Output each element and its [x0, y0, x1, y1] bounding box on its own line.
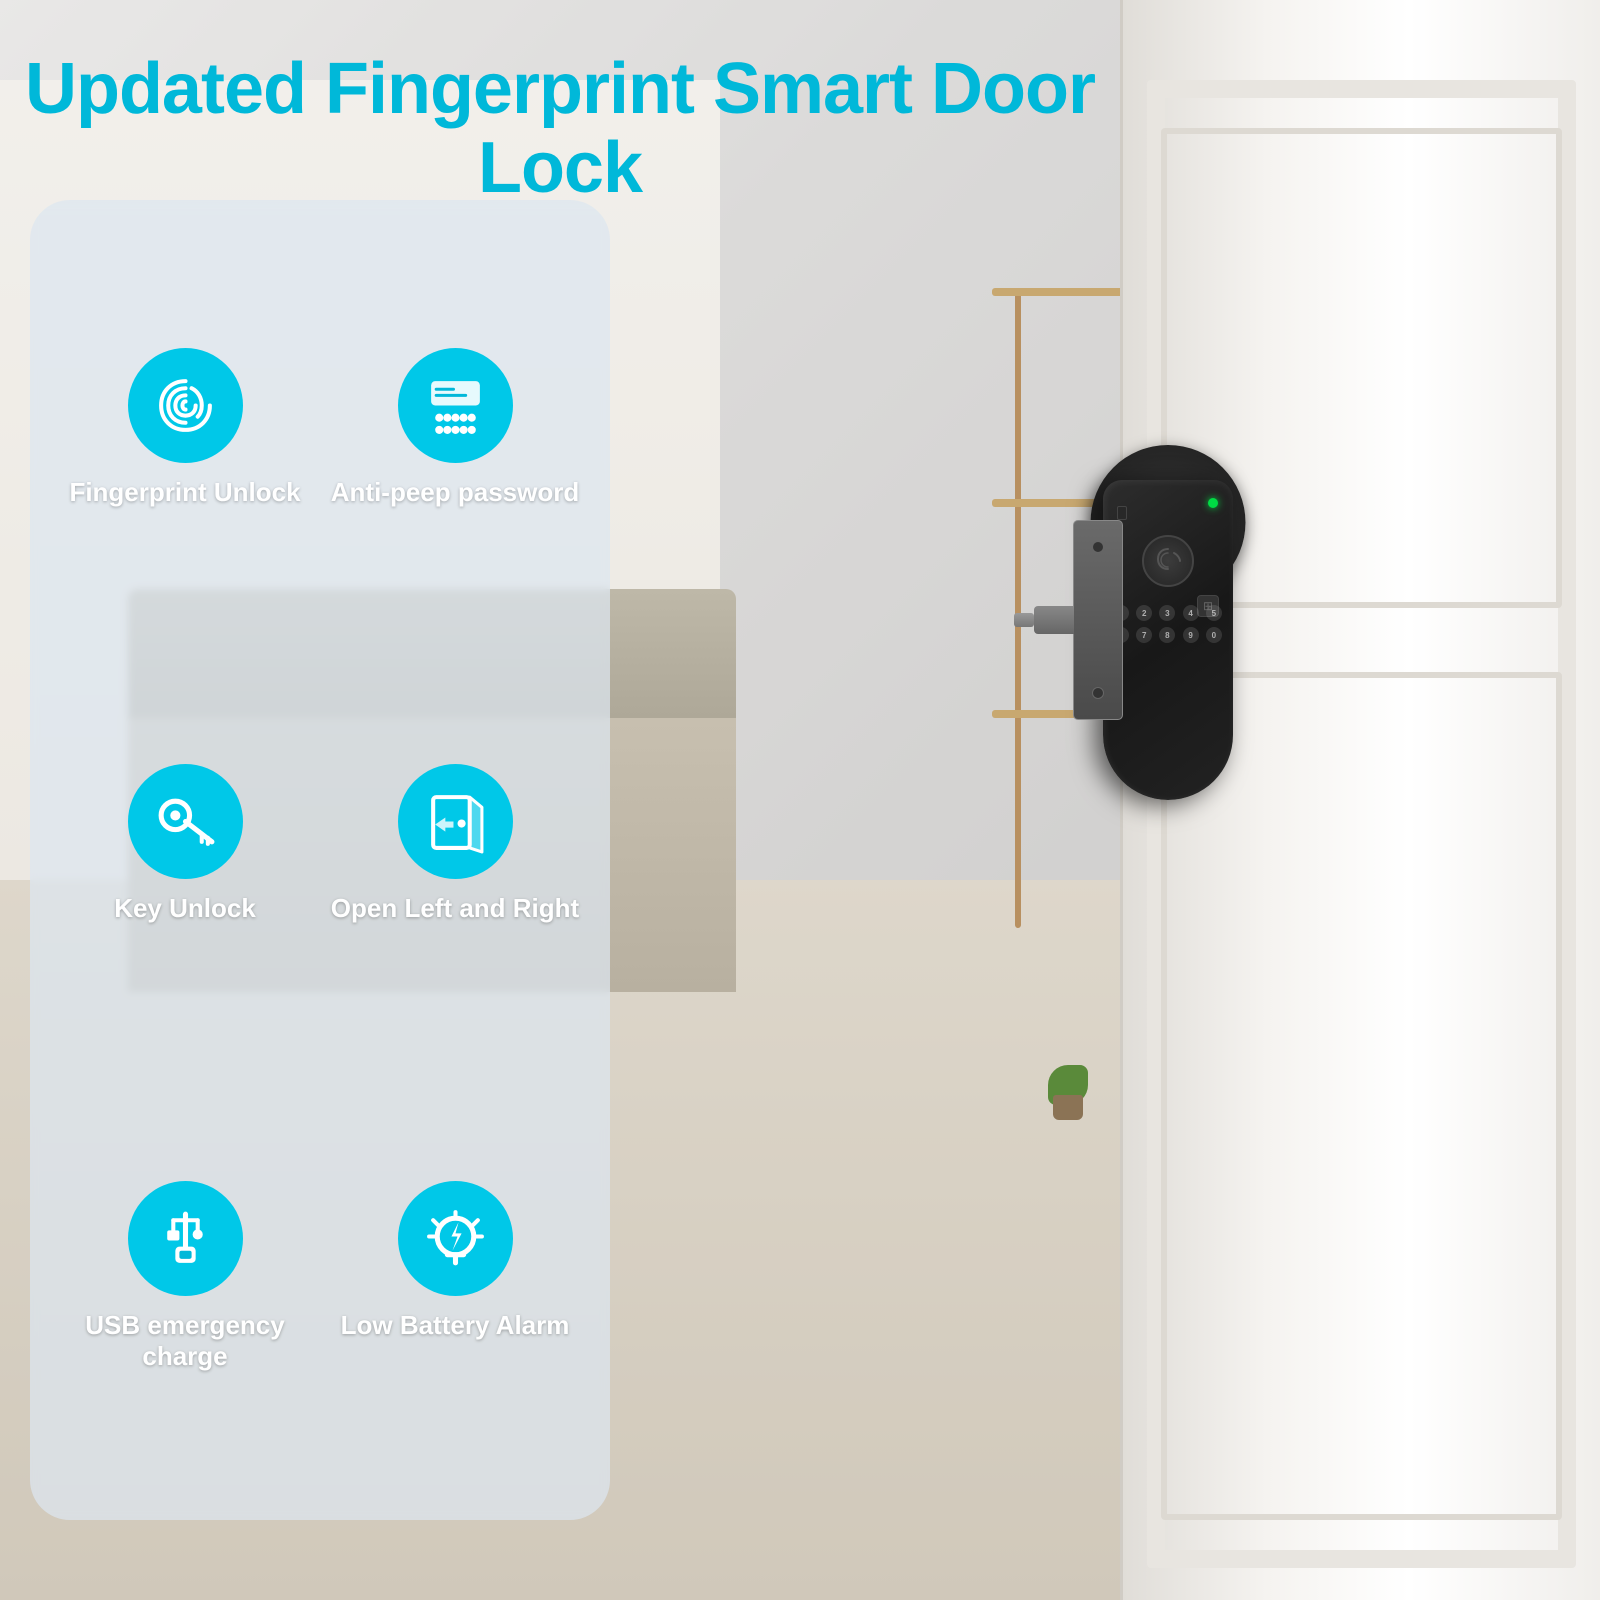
lock-mount-plate [1073, 520, 1123, 720]
key-2[interactable]: 2 [1136, 605, 1152, 621]
features-grid: Fingerprint Unlock [60, 240, 580, 1480]
keypad-icon [423, 373, 488, 438]
usb-charge-label: USB emergency charge [60, 1310, 310, 1372]
key-5[interactable]: 5 [1206, 605, 1222, 621]
key-0[interactable]: 0 [1206, 627, 1222, 643]
lock-bolt [1014, 613, 1034, 627]
fingerprint-unlock-label: Fingerprint Unlock [69, 477, 300, 508]
feature-battery-alarm: Low Battery Alarm [330, 1181, 580, 1372]
key-7[interactable]: 7 [1136, 627, 1152, 643]
feature-panel: Fingerprint Unlock [30, 200, 610, 1520]
key-8[interactable]: 8 [1159, 627, 1175, 643]
key-icon [153, 789, 218, 854]
alarm-icon [423, 1206, 488, 1271]
feature-anti-peep: Anti-peep password [330, 348, 580, 508]
keypad: 1 2 3 4 5 6 7 8 9 0 [1113, 605, 1223, 643]
open-direction-label: Open Left and Right [331, 893, 579, 924]
shelf-leg-left [1015, 288, 1021, 928]
feature-key-unlock: Key Unlock [60, 764, 310, 924]
door-icon [423, 789, 488, 854]
page-title: Updated Fingerprint Smart Door Lock [0, 50, 1120, 208]
fingerprint-sensor [1142, 535, 1194, 587]
anti-peep-label: Anti-peep password [331, 477, 579, 508]
feature-fingerprint-unlock: Fingerprint Unlock [60, 348, 310, 508]
key-4[interactable]: 4 [1183, 605, 1199, 621]
fingerprint-icon-circle [128, 348, 243, 463]
usb-icon-circle [128, 1181, 243, 1296]
fingerprint-icon [153, 373, 218, 438]
feature-usb-charge: USB emergency charge [60, 1181, 310, 1372]
plant-pot [1053, 1095, 1083, 1120]
usb-icon [153, 1206, 218, 1271]
led-indicator [1208, 498, 1218, 508]
usb-port [1117, 506, 1127, 520]
plant [1048, 1065, 1088, 1120]
fingerprint-sensor-icon [1152, 545, 1184, 577]
key-unlock-label: Key Unlock [114, 893, 256, 924]
alarm-icon-circle [398, 1181, 513, 1296]
key-9[interactable]: 9 [1183, 627, 1199, 643]
door-section [1120, 0, 1600, 1600]
door-icon-circle [398, 764, 513, 879]
feature-open-direction: Open Left and Right [330, 764, 580, 924]
key-icon-circle [128, 764, 243, 879]
lock-device: ⊞ 1 2 3 4 5 6 7 8 9 0 [1103, 480, 1233, 800]
page-title-container: Updated Fingerprint Smart Door Lock [0, 50, 1120, 208]
screw-top [1092, 541, 1104, 553]
battery-alarm-label: Low Battery Alarm [341, 1310, 570, 1341]
anti-peep-icon-circle [398, 348, 513, 463]
key-3[interactable]: 3 [1159, 605, 1175, 621]
screw-bottom [1092, 687, 1104, 699]
lock-latch [1034, 606, 1074, 634]
